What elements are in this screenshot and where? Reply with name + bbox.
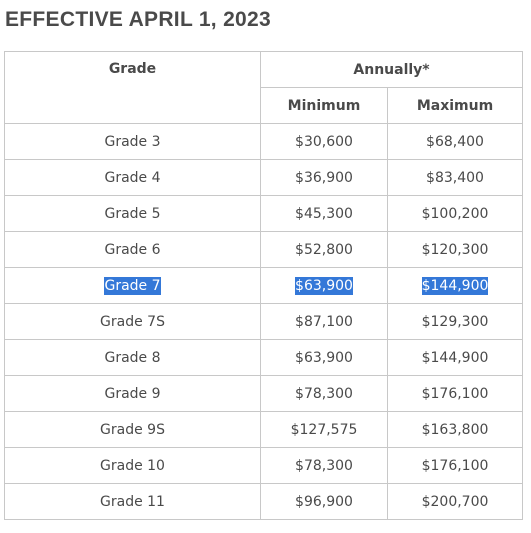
- minimum-value: $96,900: [295, 493, 353, 510]
- grade-cell: Grade 8: [4, 339, 261, 376]
- grade-value: Grade 6: [104, 241, 161, 258]
- grade-cell: Grade 7S: [4, 303, 261, 340]
- grade-value: Grade 4: [104, 169, 161, 186]
- maximum-cell: $144,900: [386, 339, 524, 376]
- maximum-cell: $129,300: [386, 303, 524, 340]
- maximum-cell: $163,800: [386, 411, 524, 448]
- grade-value: Grade 7: [104, 276, 161, 295]
- maximum-value: $144,900: [421, 276, 489, 295]
- table-row: Grade 3 $30,600 $68,400: [4, 123, 524, 160]
- minimum-value: $87,100: [295, 313, 353, 330]
- table-row: Grade 7 $63,900 $144,900: [4, 267, 524, 304]
- minimum-cell: $36,900: [260, 159, 388, 196]
- grade-value: Grade 8: [104, 349, 161, 366]
- maximum-value: $120,300: [421, 241, 489, 258]
- maximum-value: $83,400: [426, 169, 484, 186]
- grade-value: Grade 7S: [100, 313, 165, 330]
- maximum-value: $163,800: [421, 421, 489, 438]
- minimum-value: $52,800: [295, 241, 353, 258]
- grade-cell: Grade 10: [4, 447, 261, 484]
- minimum-value: $127,575: [290, 421, 358, 438]
- page-heading: EFFECTIVE APRIL 1, 2023: [5, 8, 271, 31]
- salary-table: Grade Annually* Minimum Maximum Grade 3 $…: [4, 51, 524, 520]
- grade-value: Grade 9S: [100, 421, 165, 438]
- table-row: Grade 9S $127,575 $163,800: [4, 411, 524, 448]
- minimum-value: $36,900: [295, 169, 353, 186]
- maximum-value: $176,100: [421, 385, 489, 402]
- minimum-column-header: Minimum: [260, 87, 388, 124]
- grade-cell: Grade 11: [4, 483, 261, 520]
- grade-cell: Grade 5: [4, 195, 261, 232]
- grade-cell: Grade 6: [4, 231, 261, 268]
- maximum-value: $100,200: [421, 205, 489, 222]
- minimum-cell: $30,600: [260, 123, 388, 160]
- grade-value: Grade 11: [100, 493, 165, 510]
- table-body: Grade 3 $30,600 $68,400 Grade 4 $36,900 $83,4…: [4, 123, 524, 520]
- minimum-cell: $63,900: [260, 339, 388, 376]
- minimum-cell: $78,300: [260, 375, 388, 412]
- annually-column-header: Annually*: [259, 51, 524, 88]
- table-header: Grade Annually* Minimum Maximum: [4, 51, 524, 124]
- minimum-cell: $127,575: [260, 411, 388, 448]
- grade-cell: Grade 3: [4, 123, 261, 160]
- maximum-column-header: Maximum: [386, 87, 524, 124]
- grade-value: Grade 10: [100, 457, 165, 474]
- header-row: Grade Annually*: [4, 51, 524, 124]
- minimum-cell: $87,100: [260, 303, 388, 340]
- table-row: Grade 11 $96,900 $200,700: [4, 483, 524, 520]
- maximum-cell: $176,100: [386, 375, 524, 412]
- maximum-cell: $100,200: [386, 195, 524, 232]
- table-row: Grade 6 $52,800 $120,300: [4, 231, 524, 268]
- maximum-cell: $120,300: [386, 231, 524, 268]
- table-row: Grade 4 $36,900 $83,400: [4, 159, 524, 196]
- maximum-value: $144,900: [421, 349, 489, 366]
- table-row: Grade 8 $63,900 $144,900: [4, 339, 524, 376]
- maximum-cell: $68,400: [386, 123, 524, 160]
- minimum-cell: $96,900: [260, 483, 388, 520]
- minimum-value: $78,300: [295, 385, 353, 402]
- maximum-cell: $144,900: [386, 267, 524, 304]
- grade-value: Grade 3: [104, 133, 161, 150]
- minimum-value: $45,300: [295, 205, 353, 222]
- minimum-cell: $52,800: [260, 231, 388, 268]
- grade-value: Grade 5: [104, 205, 161, 222]
- minimum-cell: $78,300: [260, 447, 388, 484]
- maximum-value: $68,400: [426, 133, 484, 150]
- table-row: Grade 7S $87,100 $129,300: [4, 303, 524, 340]
- grade-cell: Grade 9S: [4, 411, 261, 448]
- minimum-cell: $45,300: [260, 195, 388, 232]
- table-row: Grade 5 $45,300 $100,200: [4, 195, 524, 232]
- maximum-cell: $176,100: [386, 447, 524, 484]
- grade-value: Grade 9: [104, 385, 161, 402]
- maximum-cell: $200,700: [386, 483, 524, 520]
- table-row: Grade 10 $78,300 $176,100: [4, 447, 524, 484]
- maximum-value: $176,100: [421, 457, 489, 474]
- minimum-value: $78,300: [295, 457, 353, 474]
- minimum-cell: $63,900: [260, 267, 388, 304]
- table-row: Grade 9 $78,300 $176,100: [4, 375, 524, 412]
- grade-cell: Grade 9: [4, 375, 261, 412]
- minimum-value: $63,900: [295, 349, 353, 366]
- maximum-value: $200,700: [421, 493, 489, 510]
- grade-cell: Grade 4: [4, 159, 261, 196]
- grade-column-header: Grade: [4, 51, 261, 124]
- maximum-cell: $83,400: [386, 159, 524, 196]
- minimum-value: $63,900: [295, 276, 353, 295]
- grade-cell: Grade 7: [4, 267, 261, 304]
- minimum-value: $30,600: [295, 133, 353, 150]
- maximum-value: $129,300: [421, 313, 489, 330]
